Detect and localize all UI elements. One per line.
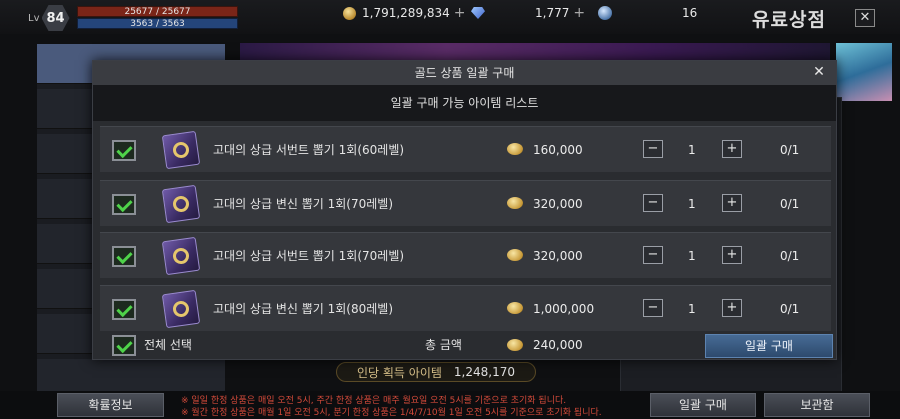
mp-bar: 3563 / 3563 [77, 18, 238, 29]
item-checkbox[interactable] [112, 194, 136, 215]
level-label: Lv [28, 12, 40, 24]
notice-line-2: ※ 월간 한정 상품은 매월 1일 오전 5시, 분기 한정 상품은 1/4/7… [181, 408, 602, 418]
level-badge: Lv 84 [28, 5, 70, 31]
modal-close-icon[interactable]: ✕ [810, 61, 828, 85]
item-row: 고대의 상급 서번트 뽑기 1회(60레벨) 160,000 − 1 + 0/1 [100, 126, 831, 172]
mp-text: 3563 / 3563 [130, 19, 185, 29]
increase-qty-button[interactable]: + [722, 246, 742, 264]
select-all-checkbox[interactable] [112, 335, 136, 356]
increase-qty-button[interactable]: + [722, 140, 742, 158]
probability-info-button[interactable]: 확률정보 [57, 393, 164, 417]
item-name: 고대의 상급 변신 뽑기 1회(70레벨) [213, 197, 394, 211]
item-checkbox[interactable] [112, 299, 136, 320]
hp-bar: 25677 / 25677 [77, 6, 238, 17]
item-name: 고대의 상급 서번트 뽑기 1회(60레벨) [213, 143, 405, 157]
hp-text: 25677 / 25677 [124, 7, 191, 17]
item-checkbox[interactable] [112, 140, 136, 161]
gold-coin-icon [507, 249, 523, 261]
gold-amount: 1,791,289,834 [362, 6, 450, 20]
orb-icon [598, 6, 612, 20]
item-quantity: 1 [688, 249, 696, 263]
purchase-limit: 0/1 [780, 143, 800, 157]
item-price: 160,000 [533, 143, 583, 157]
storage-button[interactable]: 보관함 [764, 393, 870, 417]
diamond-icon [471, 7, 485, 19]
diamond-plus-icon[interactable]: + [573, 5, 585, 21]
shop-title: 유료상점 [752, 9, 826, 31]
item-price: 1,000,000 [533, 302, 595, 316]
item-row: 고대의 상급 변신 뽑기 1회(80레벨) 1,000,000 − 1 + 0/… [100, 285, 831, 331]
purchase-limit: 0/1 [780, 249, 800, 263]
gain-label: 인당 획득 아이템 [357, 365, 442, 380]
item-name: 고대의 상급 서번트 뽑기 1회(70레벨) [213, 249, 405, 263]
item-price: 320,000 [533, 197, 583, 211]
gold-coin-icon [507, 143, 523, 155]
orb-amount: 16 [682, 6, 698, 20]
level-value: 84 [41, 5, 70, 31]
gold-plus-icon[interactable]: + [454, 5, 466, 21]
orb-currency: 16 [598, 5, 697, 21]
item-row: 고대의 상급 서번트 뽑기 1회(70레벨) 320,000 − 1 + 0/1 [100, 232, 831, 278]
gold-currency: 1,791,289,834 + [343, 5, 466, 21]
modal-title: 골드 상품 일괄 구매 [93, 61, 836, 85]
bottom-buy-all-button[interactable]: 일괄 구매 [650, 393, 756, 417]
item-row: 고대의 상급 변신 뽑기 1회(70레벨) 320,000 − 1 + 0/1 [100, 180, 831, 226]
decrease-qty-button[interactable]: − [643, 299, 663, 317]
total-label: 총 금액 [425, 338, 462, 352]
modal-footer: 전체 선택 총 금액 240,000 일괄 구매 [100, 331, 833, 359]
gold-coin-icon [507, 302, 523, 314]
summon-card-icon [161, 289, 201, 329]
purchase-limit: 0/1 [780, 197, 800, 211]
diamond-amount: 1,777 [535, 6, 570, 20]
modal-buy-all-button[interactable]: 일괄 구매 [705, 334, 833, 358]
increase-qty-button[interactable]: + [722, 299, 742, 317]
summon-card-icon [161, 130, 201, 170]
purchase-limit: 0/1 [780, 302, 800, 316]
item-price: 320,000 [533, 249, 583, 263]
item-checkbox[interactable] [112, 246, 136, 267]
item-quantity: 1 [688, 197, 696, 211]
increase-qty-button[interactable]: + [722, 194, 742, 212]
modal-subtitle: 일괄 구매 가능 아이템 리스트 [93, 85, 836, 121]
gain-bar: 인당 획득 아이템 1,248,170 [336, 362, 536, 382]
shop-close-button[interactable]: ✕ [855, 9, 875, 27]
summon-card-icon [161, 184, 201, 224]
gold-coin-icon [507, 339, 523, 351]
summon-card-icon [161, 236, 201, 276]
total-value: 240,000 [533, 338, 583, 352]
decrease-qty-button[interactable]: − [643, 194, 663, 212]
decrease-qty-button[interactable]: − [643, 140, 663, 158]
gold-coin-icon [507, 197, 523, 209]
diamond-currency: 1,777 + [471, 5, 585, 21]
gold-coin-icon [343, 6, 356, 20]
item-quantity: 1 [688, 143, 696, 157]
decrease-qty-button[interactable]: − [643, 246, 663, 264]
banner-character-image [836, 43, 892, 101]
item-quantity: 1 [688, 302, 696, 316]
select-all-label: 전체 선택 [144, 338, 192, 352]
item-name: 고대의 상급 변신 뽑기 1회(80레벨) [213, 302, 394, 316]
gain-value: 1,248,170 [453, 365, 515, 379]
